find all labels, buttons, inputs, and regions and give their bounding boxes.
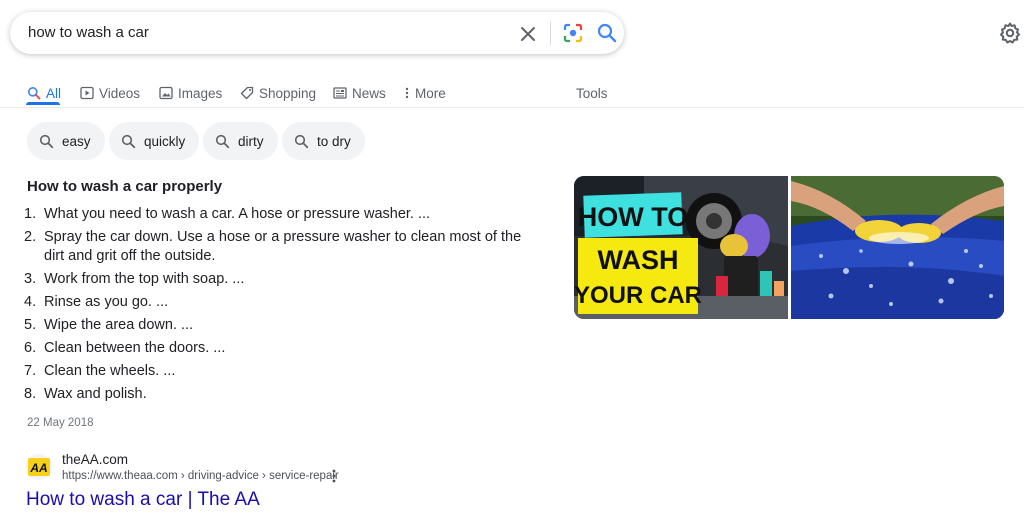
list-item: 1. What you need to wash a car. A hose or… (24, 205, 544, 224)
thumbnail-line-3: YOUR CAR (574, 282, 702, 309)
tools-button[interactable]: Tools (576, 79, 608, 107)
step-number: 2. (24, 229, 37, 245)
step-number: 3. (24, 271, 37, 287)
step-text: Clean the wheels. ... (44, 363, 176, 379)
tab-label: Videos (99, 85, 141, 101)
news-icon (333, 87, 347, 99)
chip-easy[interactable]: easy (27, 122, 105, 160)
step-number: 5. (24, 317, 37, 333)
search-input[interactable]: how to wash a car (28, 24, 149, 41)
chip-dirty[interactable]: dirty (203, 122, 278, 160)
tab-news[interactable]: News (333, 79, 386, 107)
active-tab-indicator (26, 102, 60, 105)
step-text: Wax and polish. (44, 386, 147, 402)
step-text: Work from the top with soap. ... (44, 271, 245, 287)
chip-quickly[interactable]: quickly (109, 122, 200, 160)
play-icon (80, 86, 94, 100)
search-icon (294, 134, 309, 148)
step-text: Rinse as you go. ... (44, 294, 169, 310)
search-tabs: All Videos Images Shopping News More Too… (0, 72, 1024, 108)
search-icon (121, 134, 136, 148)
search-icon[interactable] (596, 22, 618, 44)
step-number: 6. (24, 340, 37, 356)
search-icon (28, 87, 41, 100)
tab-label: News (352, 85, 386, 101)
step-text: Clean between the doors. ... (44, 340, 226, 356)
favicon-text: AA (29, 461, 47, 475)
search-box[interactable]: how to wash a car (10, 12, 624, 54)
more-vert-icon (405, 87, 409, 99)
list-item: 2. Spray the car down. Use a hose or a pr… (24, 228, 544, 266)
tools-label: Tools (576, 85, 608, 101)
step-text: What you need to wash a car. A hose or p… (44, 206, 431, 222)
search-icon (215, 134, 230, 148)
tab-more[interactable]: More (404, 79, 446, 107)
tab-shopping[interactable]: Shopping (240, 79, 316, 107)
tab-label: Shopping (259, 85, 317, 101)
camera-icon[interactable] (562, 22, 584, 44)
search-icon (39, 134, 54, 148)
list-item: 4. Rinse as you go. ... (24, 293, 544, 312)
step-text: Wipe the area down. ... (44, 317, 194, 333)
step-number: 7. (24, 363, 37, 379)
list-item: 3. Work from the top with soap. ... (24, 270, 544, 289)
snippet-title: How to wash a car properly (27, 178, 223, 195)
snippet-date: 22 May 2018 (27, 417, 94, 429)
chip-label: dirty (238, 133, 264, 149)
result-url[interactable]: https://www.theaa.com › driving-advice ›… (62, 470, 339, 482)
list-item: 8. Wax and polish. (24, 385, 544, 404)
step-number: 1. (24, 206, 37, 222)
thumbnail-line-2: WASH (598, 245, 679, 275)
gear-icon[interactable] (998, 21, 1022, 45)
result-title-link[interactable]: How to wash a car | The AA (26, 489, 260, 511)
tab-images[interactable]: Images (159, 79, 222, 107)
search-divider (550, 21, 551, 45)
snippet-steps: 1. What you need to wash a car. A hose or… (24, 205, 544, 408)
list-item: 7. Clean the wheels. ... (24, 362, 544, 381)
tab-label: More (415, 85, 446, 101)
thumbnail-line-1: HOW TO (578, 202, 689, 232)
car-wash-image[interactable] (791, 176, 1004, 319)
tag-icon (240, 86, 254, 100)
tab-videos[interactable]: Videos (80, 79, 140, 107)
chip-label: easy (62, 133, 91, 149)
video-thumbnail[interactable]: HOW TO WASH YOUR CAR (574, 176, 788, 319)
tab-label: Images (178, 85, 223, 101)
step-number: 4. (24, 294, 37, 310)
site-favicon: AA (26, 454, 52, 480)
close-icon[interactable] (518, 24, 538, 44)
list-item: 6. Clean between the doors. ... (24, 339, 544, 358)
list-item: 5. Wipe the area down. ... (24, 316, 544, 335)
more-vert-icon[interactable] (328, 468, 340, 484)
result-site-name[interactable]: theAA.com (62, 452, 128, 467)
step-number: 8. (24, 386, 37, 402)
chip-label: quickly (144, 133, 186, 149)
tab-label: All (46, 85, 62, 101)
chip-label: to dry (317, 133, 351, 149)
step-text: Spray the car down. Use a hose or a pres… (44, 229, 522, 264)
chip-to-dry[interactable]: to dry (282, 122, 365, 160)
image-icon (159, 86, 173, 100)
